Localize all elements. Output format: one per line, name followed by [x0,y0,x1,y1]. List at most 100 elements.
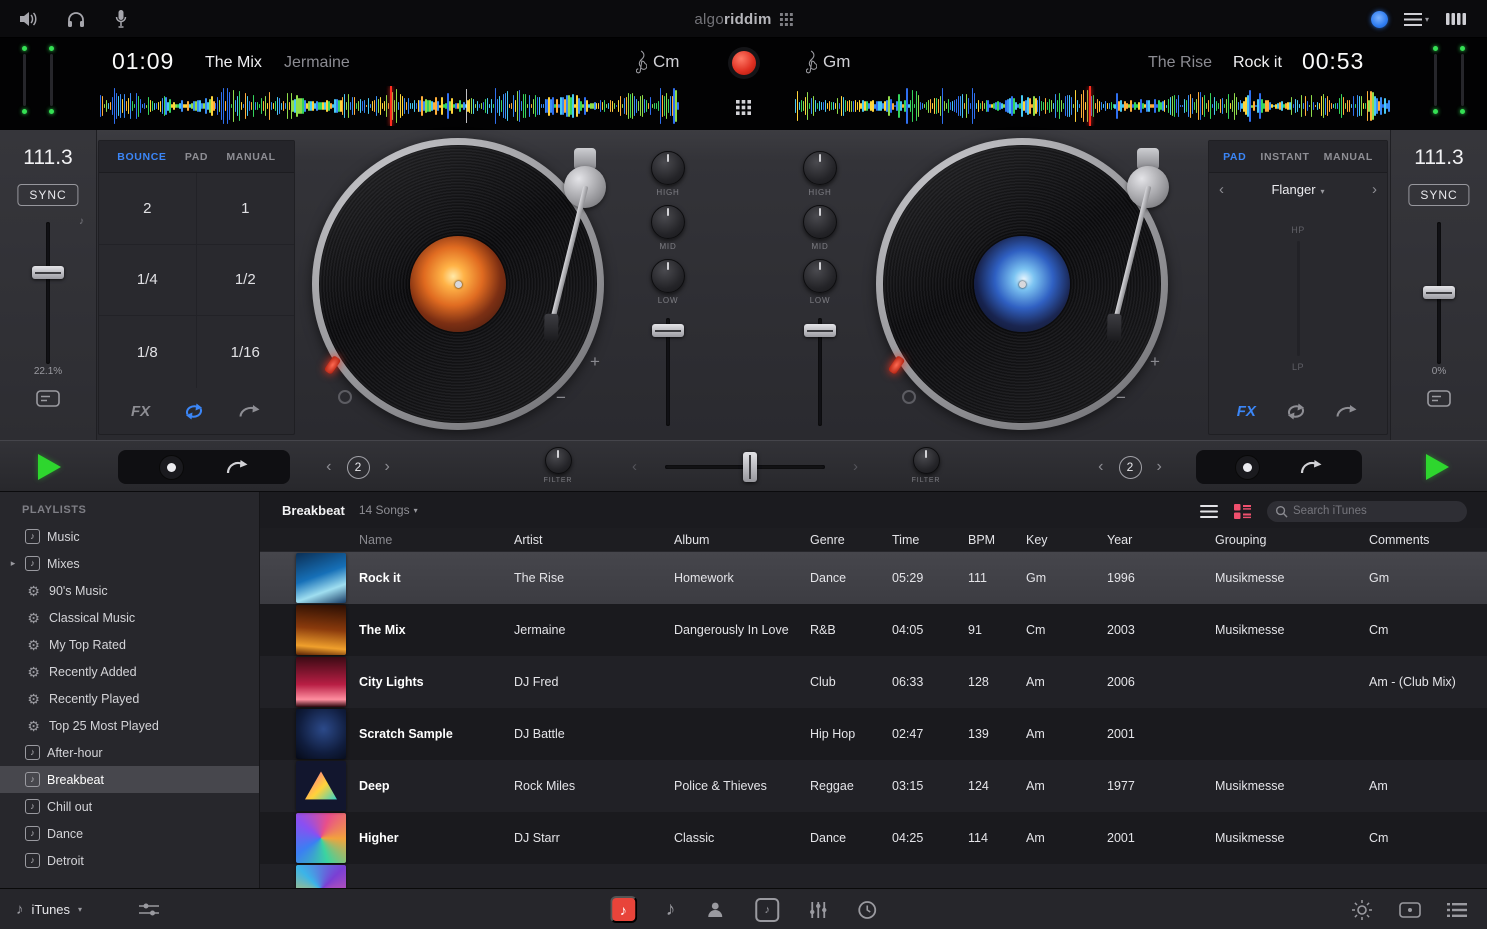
song-count[interactable]: 14 Songs ▾ [359,503,418,517]
song-row[interactable]: Deep Rock Miles Police & Thieves Reggae … [260,760,1487,812]
pitch-slider-b[interactable] [1391,222,1487,364]
loop-decrease-icon-b[interactable]: ‹ [1098,458,1103,476]
loop-increase-icon-a[interactable]: › [385,458,390,476]
loop-length-a[interactable]: 2 [346,455,370,479]
loop-increase-icon-b[interactable]: › [1157,458,1162,476]
effect-prev-icon[interactable]: ‹ [1219,181,1224,198]
pad-cell[interactable]: 1 [196,173,294,245]
pad-cell[interactable]: 1/8 [99,316,197,388]
play-button-b[interactable] [1426,454,1449,480]
menu-icon[interactable]: ▾ [1403,12,1429,26]
loop-icon-a[interactable] [182,403,206,420]
eq-mid-knob-b[interactable] [803,205,837,239]
status-dot-icon[interactable] [1370,10,1388,28]
grid-view-icon[interactable] [1234,503,1251,519]
queue-list-icon[interactable] [1447,902,1467,918]
display-mode-icon[interactable] [36,390,60,410]
video-out-icon[interactable] [1399,901,1421,918]
levels-icon[interactable] [808,900,828,920]
column-header[interactable]: Comments [1345,533,1487,547]
song-row[interactable]: City Lights DJ Fred Club 06:33 128 Am 20… [260,656,1487,708]
filter-knob-a[interactable] [544,447,572,474]
effect-next-icon[interactable]: › [1372,181,1377,198]
tab-pad-a[interactable]: PAD [185,151,208,163]
artists-icon[interactable] [704,900,726,920]
eq-mid-knob-a[interactable] [651,205,685,239]
play-button-a[interactable] [38,454,61,480]
playlist-item[interactable]: ⚙ Recently Played [0,685,259,712]
column-header[interactable]: Artist [510,533,670,547]
cue-jump-icon-b[interactable] [1299,458,1323,476]
headphones-icon[interactable] [66,10,86,28]
column-header[interactable]: Genre [806,533,884,547]
tab-instant[interactable]: INSTANT [1260,151,1309,163]
pad-cell[interactable]: 1/4 [99,244,197,317]
disclosure-icon[interactable]: ▸ [8,558,18,569]
playlist-item[interactable]: ⚙ My Top Rated [0,631,259,658]
columns-view-icon[interactable] [1445,12,1467,26]
playlist-item[interactable]: ▸ ♪ Mixes [0,550,259,577]
effect-xy-zone[interactable]: HP LP [1209,205,1387,388]
eq-high-knob-b[interactable] [803,151,837,185]
fx-button-b[interactable]: FX [1237,403,1256,420]
pad-cell[interactable]: 1/2 [196,245,294,317]
cue-set-button-a[interactable] [159,454,184,480]
microphone-icon[interactable] [114,9,128,29]
pad-cell[interactable]: 1/16 [197,316,295,388]
search-input[interactable] [1293,505,1459,517]
tab-manual-b[interactable]: MANUAL [1324,151,1373,163]
pitch-bend-plus-a[interactable]: + [590,352,600,372]
playlist-item[interactable]: ⚙ 90's Music [0,577,259,604]
column-header[interactable]: Grouping [1185,533,1345,547]
search-field[interactable] [1267,500,1467,522]
songs-icon[interactable]: ♪ [666,899,676,921]
display-mode-icon[interactable] [1427,390,1451,410]
eq-low-knob-a[interactable] [651,259,685,293]
brightness-icon[interactable] [1351,899,1373,921]
playlist-item[interactable]: ♪ Breakbeat [0,766,259,793]
waveform-deck-a[interactable] [100,86,685,126]
djay-library-icon[interactable]: ♪ [609,896,637,923]
crossfade-right-icon[interactable]: › [853,458,858,475]
crossfade-left-icon[interactable]: ‹ [632,458,637,475]
loop-icon-b[interactable] [1284,403,1308,420]
playlist-item[interactable]: ♪ Detroit [0,847,259,874]
grid-snap-icon[interactable] [736,100,751,118]
cue-set-button-b[interactable] [1235,454,1260,480]
song-row-partial[interactable] [260,864,1487,888]
albums-icon[interactable]: ♪ [755,897,780,922]
pitch-bend-minus-b[interactable]: − [1116,388,1126,408]
playlist-item[interactable]: ⚙ Recently Added [0,658,259,685]
crossfader-handle[interactable] [742,452,757,482]
strobe-button-b[interactable] [902,390,916,404]
playlist-item[interactable]: ⚙ Classical Music [0,604,259,631]
cue-jump-icon-a[interactable] [225,458,249,476]
eq-low-knob-b[interactable] [803,259,837,293]
filter-knob-b[interactable] [912,447,940,474]
pad-cell[interactable]: 2 [99,173,197,245]
column-header[interactable]: Year [1075,533,1185,547]
pitch-bend-plus-b[interactable]: + [1150,352,1160,372]
loop-length-b[interactable]: 2 [1118,455,1142,479]
column-header[interactable]: Key [1002,533,1075,547]
speaker-icon[interactable] [18,11,38,27]
strobe-button-a[interactable] [338,390,352,404]
eq-high-knob-a[interactable] [651,151,685,185]
pitch-slider-a[interactable] [0,222,96,364]
playlist-item[interactable]: ♪ Music [0,523,259,550]
slip-icon-a[interactable] [238,404,262,418]
sync-button-a[interactable]: SYNC [17,184,79,206]
column-header-row[interactable]: Name Artist Album Genre Time BPM Key Yea… [260,528,1487,552]
column-header[interactable]: Name [357,533,510,547]
loop-decrease-icon-a[interactable]: ‹ [326,458,331,476]
tonearm-b[interactable] [1106,148,1180,363]
tab-manual-a[interactable]: MANUAL [226,151,275,163]
pitch-bend-minus-a[interactable]: − [556,388,566,408]
playlist-item[interactable]: ♪ After-hour [0,739,259,766]
library-source-label[interactable]: iTunes [32,902,71,917]
playlist-item[interactable]: ♪ Dance [0,820,259,847]
song-row[interactable]: Higher DJ Starr Classic Dance 04:25 114 … [260,812,1487,864]
column-header[interactable]: BPM [946,533,1002,547]
playlist-item[interactable]: ♪ Chill out [0,793,259,820]
sync-button-b[interactable]: SYNC [1408,184,1470,206]
